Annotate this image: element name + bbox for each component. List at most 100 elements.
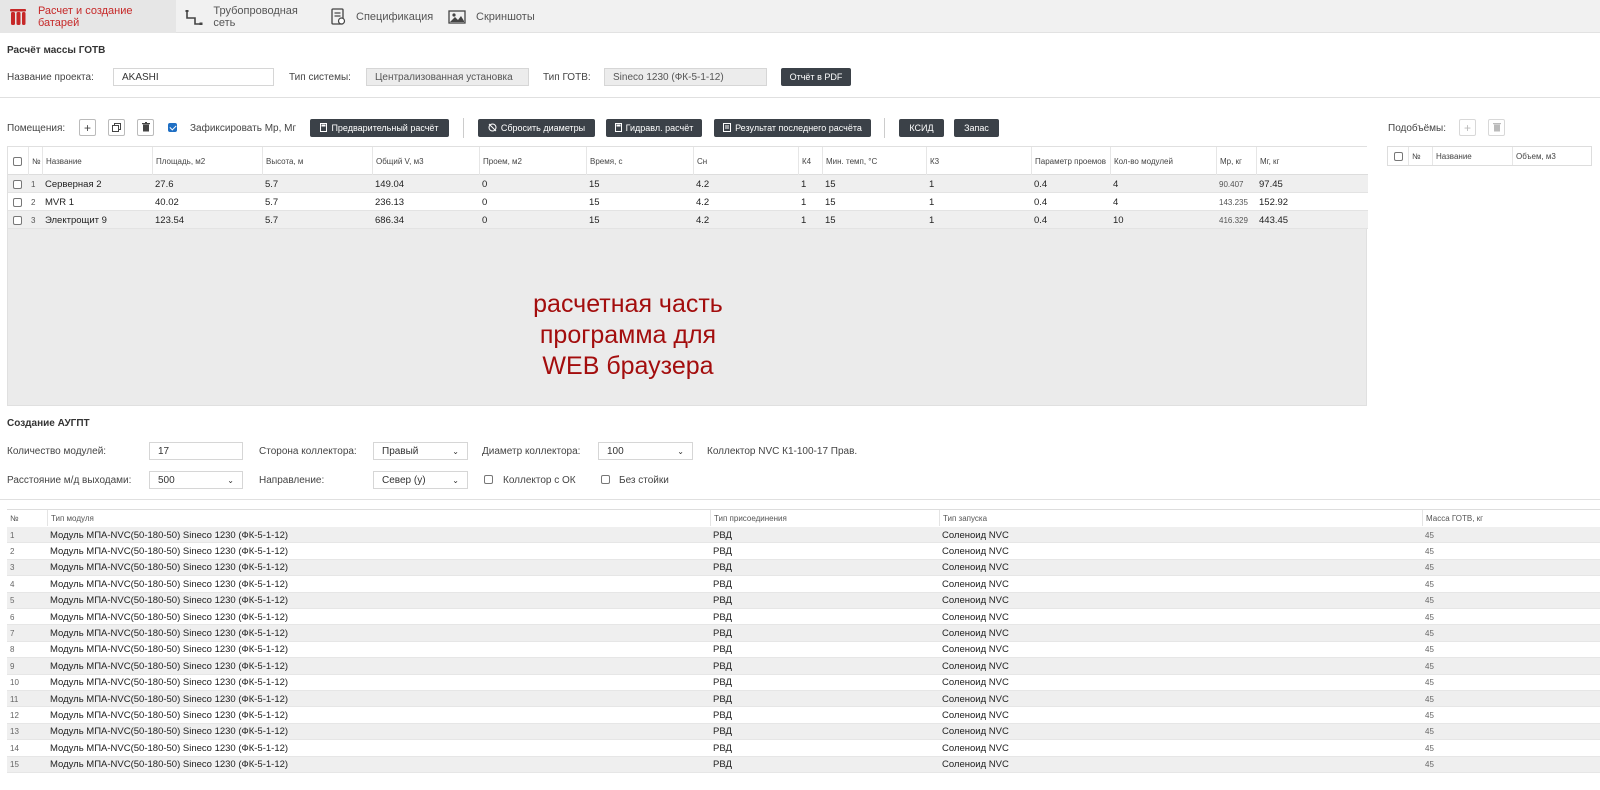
col-header[interactable]: Тип присоединения bbox=[710, 510, 939, 526]
cell[interactable]: 1 bbox=[798, 175, 806, 193]
cell[interactable]: 5.7 bbox=[262, 193, 278, 211]
no-rack-checkbox[interactable] bbox=[601, 475, 610, 484]
row-checkbox[interactable] bbox=[13, 197, 22, 207]
row-checkbox[interactable] bbox=[13, 179, 22, 189]
col-header[interactable]: Общий V, м3 bbox=[372, 147, 479, 175]
add-subvolume-button[interactable]: + bbox=[1459, 119, 1476, 136]
col-header[interactable]: Название bbox=[42, 147, 152, 175]
cell[interactable]: 1 bbox=[926, 175, 934, 193]
cell[interactable]: 1 bbox=[798, 193, 806, 211]
cell[interactable]: 0.4 bbox=[1031, 211, 1047, 229]
table-row[interactable]: 1 Серверная 2 27.6 5.7 149.04 0 15 4.2 1… bbox=[8, 175, 1368, 193]
col-header[interactable]: Мр, кг bbox=[1216, 147, 1256, 175]
table-row[interactable]: 14 Модуль МПА-NVC(50-180-50) Sineco 1230 … bbox=[7, 740, 1600, 757]
select-all-checkbox[interactable] bbox=[13, 156, 22, 166]
cell[interactable]: 5.7 bbox=[262, 175, 278, 193]
collector-ok-checkbox[interactable] bbox=[484, 475, 493, 484]
table-row[interactable]: 8 Модуль МПА-NVC(50-180-50) Sineco 1230 (… bbox=[7, 641, 1600, 659]
cell[interactable]: 4.2 bbox=[693, 175, 709, 193]
tab-pipe-network[interactable]: Трубопроводная сеть bbox=[176, 0, 322, 33]
table-row[interactable]: 2 MVR 1 40.02 5.7 236.13 0 15 4.2 1 15 1… bbox=[8, 193, 1368, 211]
cell[interactable]: 15 bbox=[586, 175, 600, 193]
col-header[interactable]: К4 bbox=[798, 147, 822, 175]
col-header[interactable]: Мин. темп, °С bbox=[822, 147, 926, 175]
cell[interactable]: 27.6 bbox=[152, 175, 174, 193]
cell[interactable]: 1 bbox=[798, 211, 806, 229]
copy-room-button[interactable] bbox=[108, 119, 125, 136]
table-row[interactable]: 3 Электрощит 9 123.54 5.7 686.34 0 15 4.… bbox=[8, 211, 1368, 229]
col-header[interactable]: Площадь, м2 bbox=[152, 147, 262, 175]
table-row[interactable]: 5 Модуль МПА-NVC(50-180-50) Sineco 1230 (… bbox=[7, 592, 1600, 609]
col-header[interactable]: Высота, м bbox=[262, 147, 372, 175]
collector-diameter-select[interactable]: 100 ⌄ bbox=[598, 442, 693, 460]
cell[interactable]: 40.02 bbox=[152, 193, 179, 211]
cell[interactable]: 1 bbox=[926, 193, 934, 211]
select-all-checkbox[interactable] bbox=[1394, 151, 1403, 161]
col-header[interactable]: Масса ГОТВ, кг bbox=[1422, 510, 1600, 526]
cell[interactable]: Серверная 2 bbox=[42, 175, 102, 193]
cell[interactable]: 15 bbox=[822, 211, 836, 229]
cell[interactable]: 15 bbox=[822, 193, 836, 211]
col-header[interactable]: Параметр проемов bbox=[1031, 147, 1110, 175]
col-header[interactable]: Сн bbox=[693, 147, 798, 175]
col-header[interactable]: Время, с bbox=[586, 147, 693, 175]
tab-specification[interactable]: Спецификация bbox=[322, 0, 440, 33]
reserve-button[interactable]: Запас bbox=[954, 119, 999, 137]
col-header[interactable]: Тип запуска bbox=[939, 510, 1422, 526]
table-row[interactable]: 7 Модуль МПА-NVC(50-180-50) Sineco 1230 (… bbox=[7, 625, 1600, 642]
modules-count-input[interactable]: 17 bbox=[149, 442, 243, 460]
tab-screenshots[interactable]: Скриншоты bbox=[440, 0, 545, 33]
table-row[interactable]: 2 Модуль МПА-NVC(50-180-50) Sineco 1230 (… bbox=[7, 543, 1600, 560]
col-header[interactable]: Тип модуля bbox=[47, 510, 710, 526]
cell[interactable]: 4.2 bbox=[693, 211, 709, 229]
table-row[interactable]: 6 Модуль МПА-NVC(50-180-50) Sineco 1230 (… bbox=[7, 609, 1600, 626]
prelim-calc-button[interactable]: Предварительный расчёт bbox=[310, 119, 449, 137]
last-result-button[interactable]: Результат последнего расчёта bbox=[714, 119, 871, 137]
cell[interactable]: 5.7 bbox=[262, 211, 278, 229]
row-checkbox[interactable] bbox=[13, 215, 22, 225]
col-header[interactable]: Проем, м2 bbox=[479, 147, 586, 175]
cell[interactable]: 1 bbox=[926, 211, 934, 229]
col-header[interactable]: Объем, м3 bbox=[1512, 147, 1592, 165]
cell[interactable]: MVR 1 bbox=[42, 193, 74, 211]
cell[interactable]: 0.4 bbox=[1031, 175, 1047, 193]
col-header[interactable]: Название bbox=[1432, 147, 1512, 165]
cell[interactable]: 0 bbox=[479, 211, 487, 229]
cell[interactable]: 15 bbox=[822, 175, 836, 193]
project-name-input[interactable]: AKASHI bbox=[113, 68, 274, 86]
table-row[interactable]: 3 Модуль МПА-NVC(50-180-50) Sineco 1230 (… bbox=[7, 559, 1600, 577]
table-row[interactable]: 10 Модуль МПА-NVC(50-180-50) Sineco 1230 … bbox=[7, 674, 1600, 691]
ksid-button[interactable]: КСИД bbox=[899, 119, 944, 137]
fix-mr-mg-checkbox[interactable] bbox=[168, 123, 177, 132]
col-header[interactable]: Кол-во модулей bbox=[1110, 147, 1216, 175]
cell[interactable]: 0 bbox=[479, 175, 487, 193]
collector-side-select[interactable]: Правый ⌄ bbox=[373, 442, 468, 460]
delete-subvolume-button[interactable] bbox=[1488, 119, 1505, 136]
spec-document-icon bbox=[330, 7, 346, 27]
table-row[interactable]: 13 Модуль МПА-NVC(50-180-50) Sineco 1230 … bbox=[7, 723, 1600, 741]
table-row[interactable]: 12 Модуль МПА-NVC(50-180-50) Sineco 1230 … bbox=[7, 707, 1600, 724]
cell[interactable]: 4.2 bbox=[693, 193, 709, 211]
table-row[interactable]: 1 Модуль МПА-NVC(50-180-50) Sineco 1230 (… bbox=[7, 527, 1600, 544]
overlay-line: расчетная часть bbox=[533, 290, 723, 318]
direction-select[interactable]: Север (y) ⌄ bbox=[373, 471, 468, 489]
cell[interactable]: 0 bbox=[479, 193, 487, 211]
cell[interactable]: 15 bbox=[586, 211, 600, 229]
table-row[interactable]: 11 Модуль МПА-NVC(50-180-50) Sineco 1230 … bbox=[7, 691, 1600, 708]
cell[interactable]: Электрощит 9 bbox=[42, 211, 107, 229]
col-header[interactable]: Мг, кг bbox=[1256, 147, 1368, 175]
table-row[interactable]: 15 Модуль МПА-NVC(50-180-50) Sineco 1230 … bbox=[7, 756, 1600, 773]
delete-room-button[interactable] bbox=[137, 119, 154, 136]
pdf-report-button[interactable]: Отчёт в PDF bbox=[781, 68, 851, 86]
table-row[interactable]: 9 Модуль МПА-NVC(50-180-50) Sineco 1230 (… bbox=[7, 658, 1600, 675]
add-room-button[interactable]: + bbox=[79, 119, 96, 136]
tab-battery-calc[interactable]: Расчет и создание батарей bbox=[0, 0, 176, 33]
cell[interactable]: 15 bbox=[586, 193, 600, 211]
distance-select[interactable]: 500 ⌄ bbox=[149, 471, 243, 489]
cell[interactable]: 0.4 bbox=[1031, 193, 1047, 211]
reset-diameters-button[interactable]: Сбросить диаметры bbox=[478, 119, 595, 137]
hydraulic-calc-button[interactable]: Гидравл. расчёт bbox=[606, 119, 702, 137]
table-row[interactable]: 4 Модуль МПА-NVC(50-180-50) Sineco 1230 (… bbox=[7, 576, 1600, 593]
col-header[interactable]: К3 bbox=[926, 147, 1031, 175]
cell[interactable]: 123.54 bbox=[152, 211, 184, 229]
